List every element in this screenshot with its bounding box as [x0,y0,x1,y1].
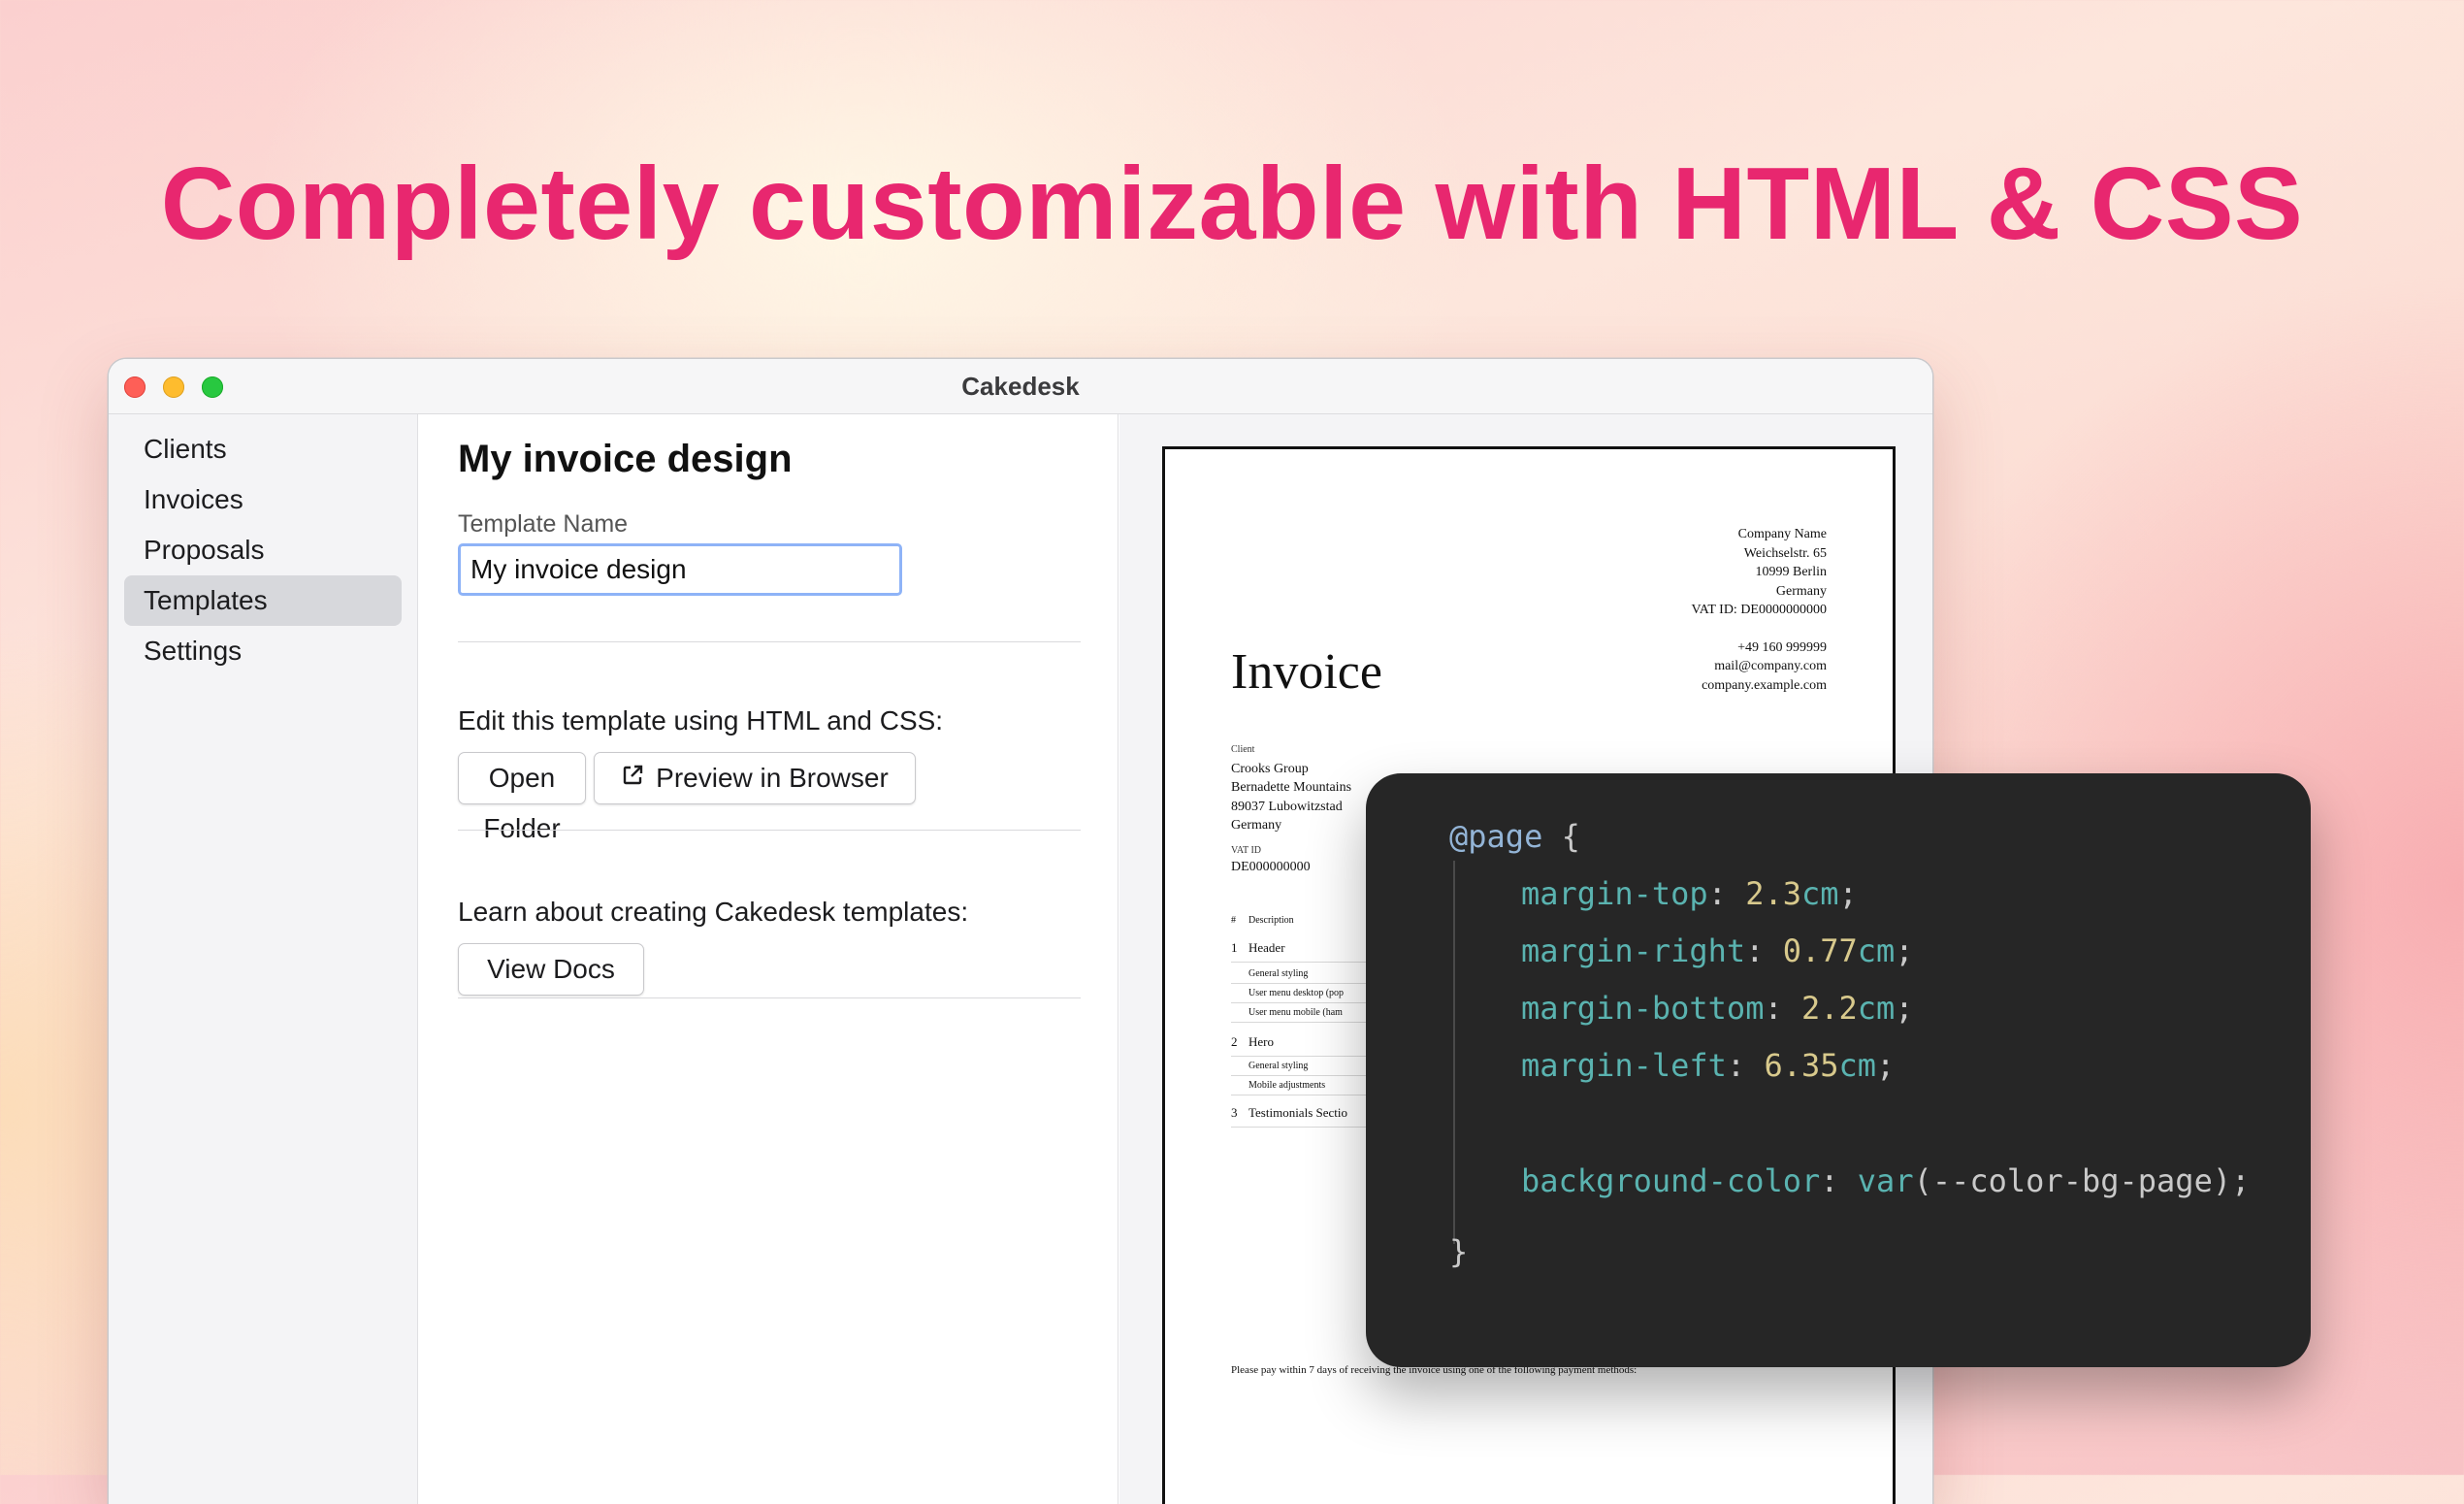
code-line-declaration: margin-top: 2.3cm; [1521,875,1858,912]
code-line-at-rule: @page { [1449,818,1580,855]
client-label: Client [1231,744,1255,755]
page-title: My invoice design [458,438,793,480]
code-line-declaration: margin-right: 0.77cm; [1521,932,1914,969]
client-vat-label: VAT ID [1231,845,1262,856]
client-name: Crooks Group [1231,761,1309,776]
code-line-declaration: margin-bottom: 2.2cm; [1521,990,1914,1027]
invoice-item-number: 3 [1231,1105,1238,1120]
items-header-description: Description [1248,915,1294,926]
code-line-background: background-color: var(--color-bg-page); [1521,1162,2251,1199]
items-header: # Description [1231,915,1294,926]
invoice-item-label: Header [1248,940,1285,955]
invoice-item-label: User menu mobile (ham [1248,1007,1343,1018]
client-city: 89037 Lubowitzstad [1231,799,1343,814]
sidebar-item-invoices[interactable]: Invoices [124,474,402,525]
invoice-item-number: 1 [1231,940,1238,955]
sender-street: Weichselstr. 65 [1743,545,1827,561]
sidebar-item-templates[interactable]: Templates [124,575,402,626]
template-name-label: Template Name [458,510,629,538]
view-docs-button[interactable]: View Docs [458,943,644,996]
section-divider-top [458,641,1081,642]
indent-guide [1453,861,1455,1244]
client-vat-value: DE000000000 [1231,860,1311,874]
section-divider-bottom [458,830,1081,831]
sidebar-item-proposals[interactable]: Proposals [124,525,402,575]
invoice-item-label: Testimonials Sectio [1248,1105,1347,1120]
invoice-item-number: 2 [1231,1034,1238,1049]
client-vat: VAT ID DE000000000 [1231,842,1311,875]
template-editor-panel: My invoice design Template Name My invoi… [419,414,1119,1504]
preview-in-browser-button[interactable]: Preview in Browser [594,752,916,804]
css-code-snippet: @page { margin-top: 2.3cm; margin-right: … [1366,773,2311,1367]
preview-in-browser-label: Preview in Browser [656,763,889,793]
invoice-item-label: User menu desktop (pop [1248,988,1345,998]
sidebar-item-settings[interactable]: Settings [124,626,402,676]
client-address: Client Crooks Group Bernadette Mountains… [1231,740,1351,835]
invoice-item-label: General styling [1248,1061,1309,1071]
sender-email: mail@company.com [1714,659,1827,673]
sender-city: 10999 Berlin [1755,565,1828,579]
external-link-icon [621,753,644,803]
invoice-item-label: Hero [1248,1034,1274,1049]
window-title: Cakedesk [961,372,1080,401]
code-line-close-brace: } [1449,1233,1469,1270]
sender-vat: VAT ID: DE0000000000 [1691,603,1828,617]
sender-phone: +49 160 999999 [1737,639,1827,655]
invoice-item-label: General styling [1248,968,1309,979]
headline: Completely customizable with HTML & CSS [160,147,2304,261]
template-name-input[interactable] [458,543,902,596]
code-line-declaration: margin-left: 6.35cm; [1521,1047,1896,1084]
sidebar-item-clients[interactable]: Clients [124,424,402,474]
title-bar: Cakedesk [109,359,1932,414]
sidebar: Clients Invoices Proposals Templates Set… [109,414,418,1504]
sender-address: Company Name Weichselstr. 65 10999 Berli… [1692,525,1828,695]
edit-template-text: Edit this template using HTML and CSS: [458,705,944,736]
sender-company: Company Name [1737,527,1827,541]
sender-country: Germany [1775,583,1827,599]
client-contact: Bernadette Mountains [1231,780,1352,795]
invoice-title: Invoice [1231,644,1382,700]
client-country: Germany [1231,818,1282,833]
items-header-num: # [1231,915,1236,926]
sender-website: company.example.com [1702,677,1827,693]
learn-templates-text: Learn about creating Cakedesk templates: [458,897,969,927]
invoice-item-label: Mobile adjustments [1248,1080,1326,1091]
open-folder-button[interactable]: Open Folder [458,752,586,843]
